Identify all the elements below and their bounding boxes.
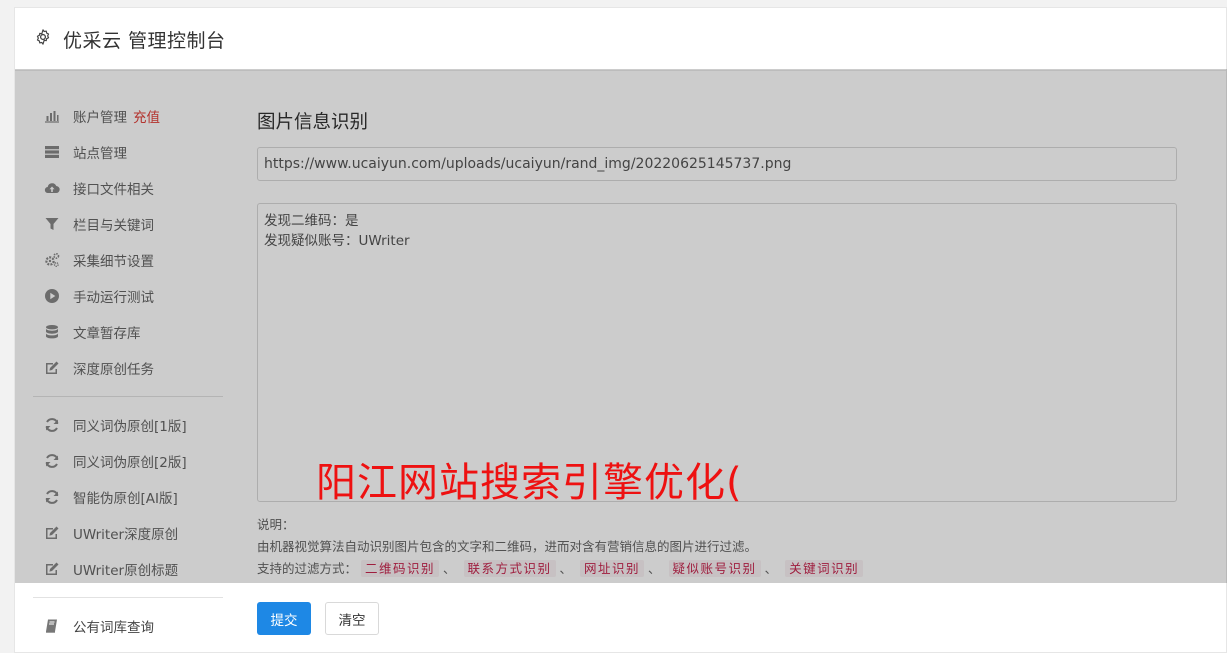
submit-button[interactable]: 提交 <box>257 602 311 635</box>
sidebar-divider <box>33 396 223 397</box>
sidebar-item-label: 手动运行测试 <box>73 290 154 306</box>
cloud-upload-icon <box>43 179 61 197</box>
sidebar-item-synonym-v2[interactable]: 同义词伪原创[2版] <box>33 443 223 479</box>
filter-separator: 、 <box>764 561 778 576</box>
filter-tag-keyword: 关键词识别 <box>785 560 864 577</box>
sidebar: 账户管理 充值 站点管理 接口文件相关 栏目与关键词 采集细节设置 手动运行测试 <box>33 98 223 644</box>
sidebar-item-label: 站点管理 <box>73 146 127 162</box>
sidebar-item-label: UWriter深度原创 <box>73 527 179 543</box>
sidebar-item-account[interactable]: 账户管理 充值 <box>33 98 223 134</box>
sidebar-item-public-lexicon[interactable]: 公有词库查询 <box>33 608 223 644</box>
sidebar-item-synonym-v1[interactable]: 同义词伪原创[1版] <box>33 407 223 443</box>
sidebar-item-uwriter-deep[interactable]: UWriter深度原创 <box>33 515 223 551</box>
gear-icon <box>36 29 50 45</box>
notes-description: 由机器视觉算法自动识别图片包含的文字和二维码，进而对含有营销信息的图片进行过滤。 <box>257 539 758 554</box>
sidebar-item-label: 同义词伪原创[1版] <box>73 419 187 435</box>
section-title: 图片信息识别 <box>257 112 369 133</box>
clear-button[interactable]: 清空 <box>325 602 379 635</box>
edit-icon <box>43 524 61 542</box>
filter-prefix: 支持的过滤方式： <box>257 561 358 576</box>
sidebar-item-label: 文章暂存库 <box>73 326 141 342</box>
sidebar-item-manual-test[interactable]: 手动运行测试 <box>33 278 223 314</box>
notes-title: 说明： <box>257 517 295 532</box>
cogs-icon <box>43 251 61 269</box>
book-icon <box>43 617 61 635</box>
refresh-icon <box>43 488 61 506</box>
sidebar-item-uwriter-title[interactable]: UWriter原创标题 <box>33 551 223 587</box>
result-line: 发现疑似账号：UWriter <box>264 233 410 249</box>
server-icon <box>43 143 61 161</box>
database-icon <box>43 323 61 341</box>
sidebar-item-label: 栏目与关键词 <box>73 218 154 234</box>
sidebar-divider <box>33 597 223 598</box>
filter-icon <box>43 215 61 233</box>
filter-tag-account: 疑似账号识别 <box>668 560 761 577</box>
sidebar-item-sites[interactable]: 站点管理 <box>33 134 223 170</box>
page-title: 优采云 管理控制台 <box>63 30 226 52</box>
filter-tag-contact: 联系方式识别 <box>463 560 556 577</box>
filter-separator: 、 <box>443 561 456 576</box>
sidebar-item-label: 同义词伪原创[2版] <box>73 455 187 471</box>
refresh-icon <box>43 416 61 434</box>
filter-separator: 、 <box>648 561 661 576</box>
sidebar-item-label: 接口文件相关 <box>73 182 154 198</box>
header: 优采云 管理控制台 <box>15 8 1226 71</box>
sidebar-item-label: UWriter原创标题 <box>73 563 179 579</box>
sidebar-item-ai-rewrite[interactable]: 智能伪原创[AI版] <box>33 479 223 515</box>
edit-icon <box>43 560 61 578</box>
sidebar-item-deep-original-task[interactable]: 深度原创任务 <box>33 350 223 386</box>
sidebar-item-columns-keywords[interactable]: 栏目与关键词 <box>33 206 223 242</box>
sidebar-item-interface-files[interactable]: 接口文件相关 <box>33 170 223 206</box>
sidebar-item-label: 智能伪原创[AI版] <box>73 491 178 507</box>
image-recognition-section: 图片信息识别 https://www.ucaiyun.com/uploads/u… <box>257 100 1177 577</box>
result-line: 发现二维码：是 <box>264 213 359 229</box>
sidebar-item-label: 公有词库查询 <box>73 620 154 636</box>
sidebar-item-label: 账户管理 <box>73 110 127 126</box>
filter-methods: 支持的过滤方式： 二维码识别、 联系方式识别、 网址识别、 疑似账号识别、 关键… <box>257 558 864 580</box>
notes: 说明： 由机器视觉算法自动识别图片包含的文字和二维码，进而对含有营销信息的图片进… <box>257 514 864 580</box>
image-url-input[interactable]: https://www.ucaiyun.com/uploads/ucaiyun/… <box>257 147 1177 181</box>
filter-separator: 、 <box>559 561 573 576</box>
sidebar-item-label: 深度原创任务 <box>73 362 154 378</box>
sidebar-item-collect-settings[interactable]: 采集细节设置 <box>33 242 223 278</box>
watermark-text: 阳江网站搜索引擎优化( <box>316 460 743 506</box>
play-circle-icon <box>43 287 61 305</box>
sidebar-item-article-store[interactable]: 文章暂存库 <box>33 314 223 350</box>
filter-tag-qrcode: 二维码识别 <box>361 560 440 577</box>
sidebar-item-label: 采集细节设置 <box>73 254 154 270</box>
bar-chart-icon <box>43 107 61 125</box>
refresh-icon <box>43 452 61 470</box>
edit-icon <box>43 359 61 377</box>
recharge-link[interactable]: 充值 <box>133 106 160 126</box>
filter-tag-url: 网址识别 <box>580 560 645 577</box>
